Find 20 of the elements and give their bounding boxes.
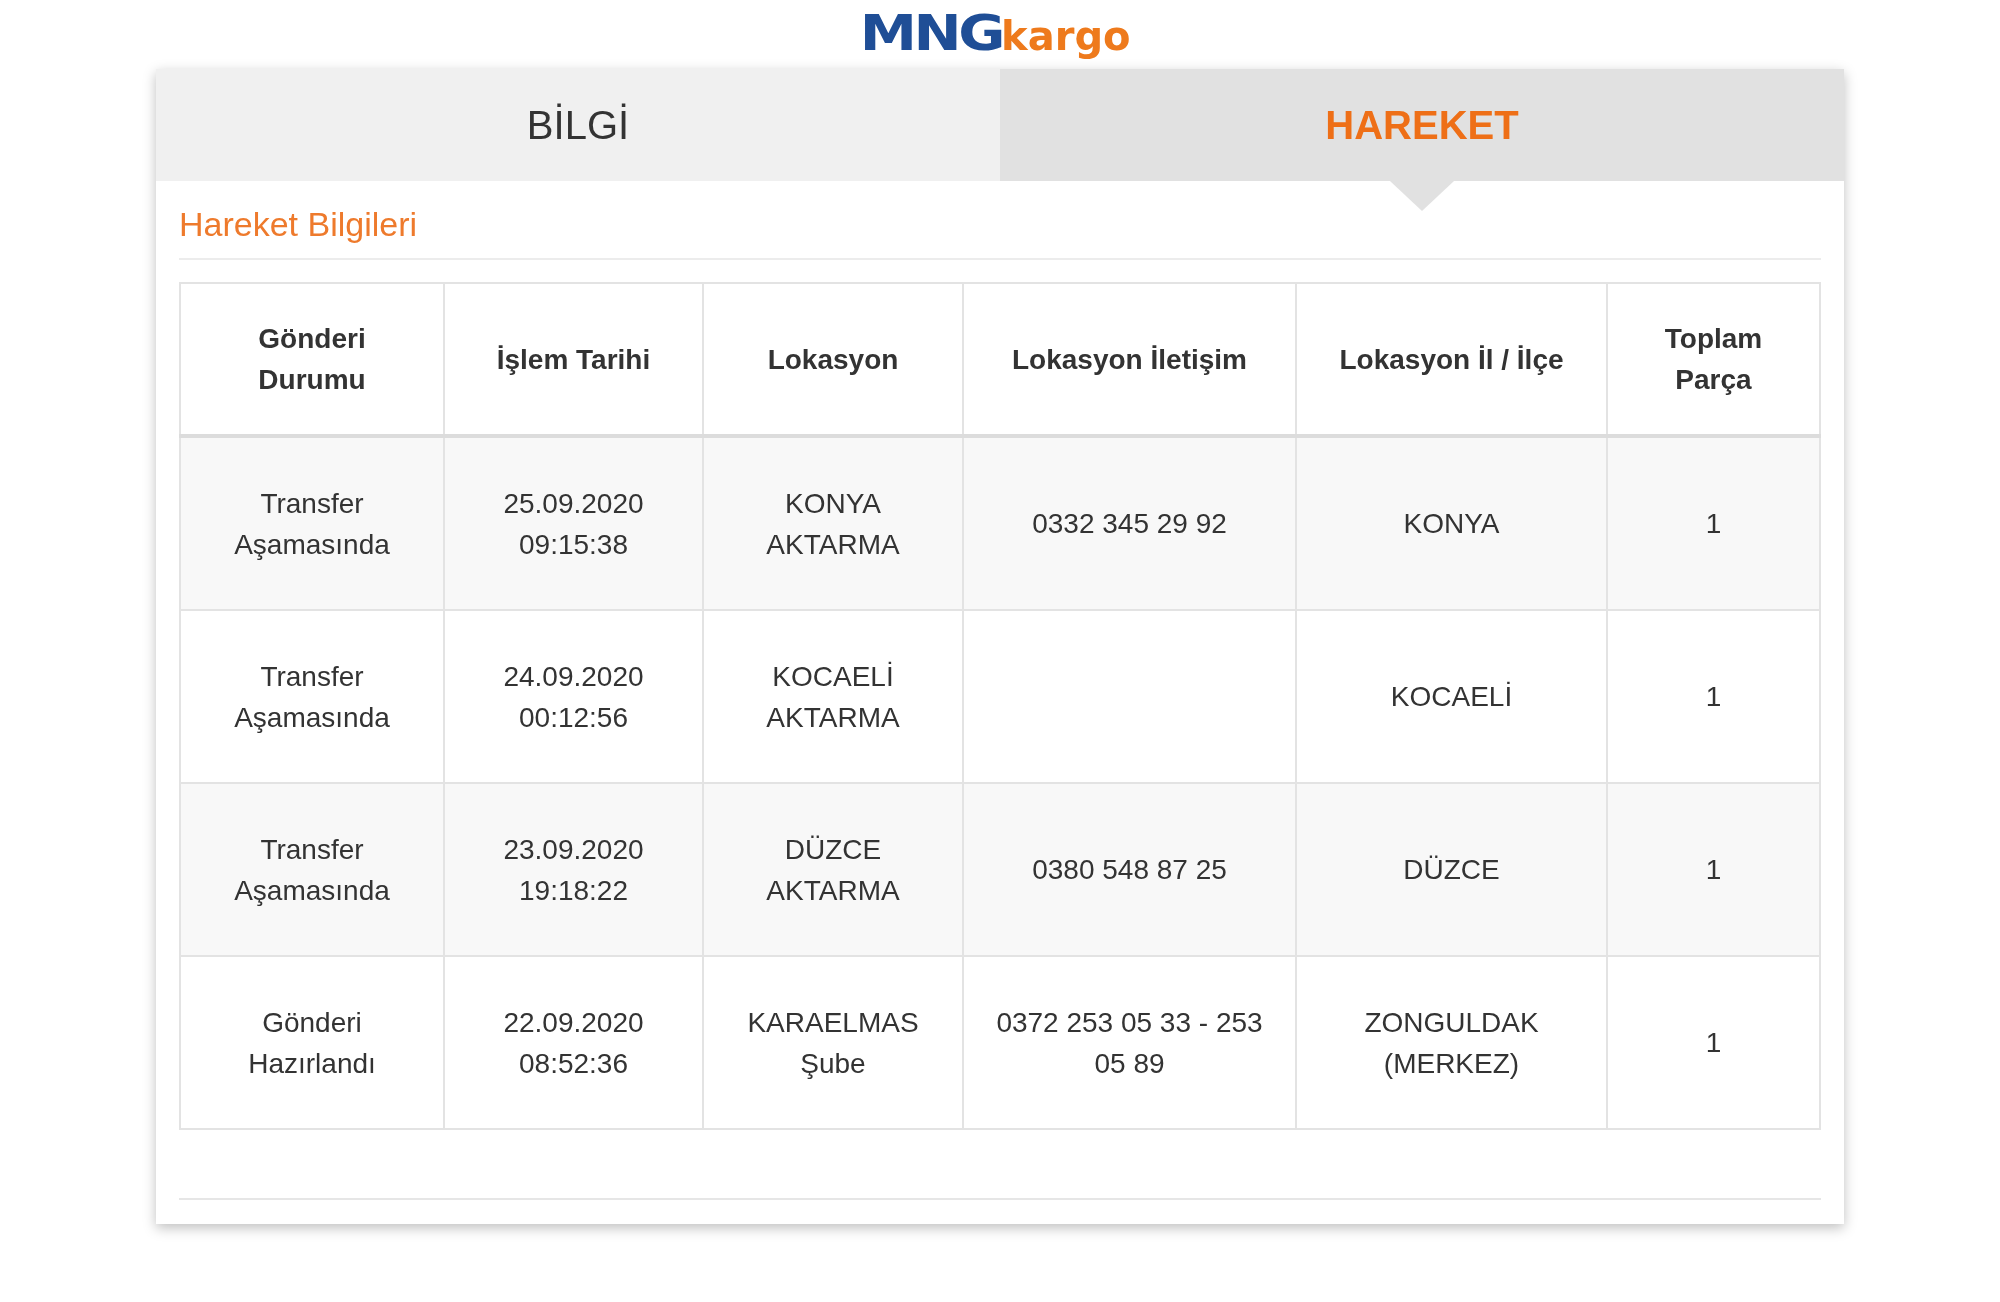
table-cell: Gönderi Hazırlandı (180, 956, 444, 1129)
table-cell: 0380 548 87 25 (963, 783, 1296, 956)
table-cell: KONYA AKTARMA (703, 436, 963, 610)
table-cell: 1 (1607, 783, 1820, 956)
table-cell: 25.09.2020 09:15:38 (444, 436, 703, 610)
tab[interactable]: BİLGİ (156, 69, 1000, 181)
table-cell: 0372 253 05 33 - 253 05 89 (963, 956, 1296, 1129)
table-cell: 1 (1607, 956, 1820, 1129)
table-cell: 0332 345 29 92 (963, 436, 1296, 610)
table-cell: KONYA (1296, 436, 1607, 610)
table-cell: Transfer Aşamasında (180, 783, 444, 956)
table-cell: DÜZCE (1296, 783, 1607, 956)
table-cell: DÜZCE AKTARMA (703, 783, 963, 956)
table-cell: 1 (1607, 436, 1820, 610)
table-cell: Transfer Aşamasında (180, 436, 444, 610)
table-cell: 23.09.2020 19:18:22 (444, 783, 703, 956)
table-cell: KARAELMAS Şube (703, 956, 963, 1129)
table-cell: 22.09.2020 08:52:36 (444, 956, 703, 1129)
table-cell: ZONGULDAK (MERKEZ) (1296, 956, 1607, 1129)
section-title: Hareket Bilgileri (179, 205, 1821, 260)
